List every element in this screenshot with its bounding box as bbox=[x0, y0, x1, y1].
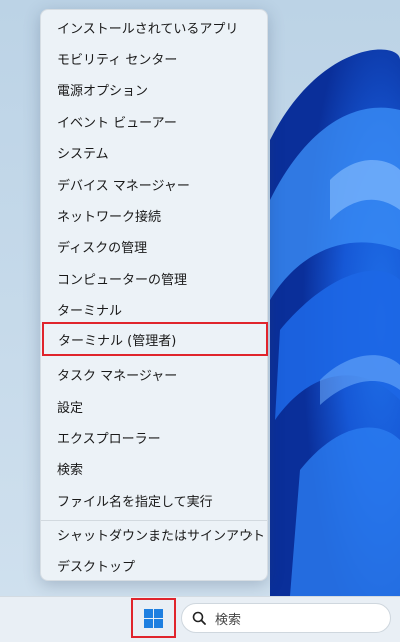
menu-item-terminal[interactable]: ターミナル bbox=[41, 294, 267, 324]
menu-item-label: ターミナル bbox=[57, 303, 123, 319]
start-button[interactable] bbox=[131, 598, 176, 638]
menu-item-label: タスク マネージャー bbox=[57, 368, 178, 384]
menu-item-shutdown-signout[interactable]: シャットダウンまたはサインアウト › bbox=[41, 519, 267, 549]
menu-item-explorer[interactable]: エクスプローラー bbox=[41, 422, 267, 452]
menu-item-label: 電源オプション bbox=[57, 83, 149, 99]
menu-item-run[interactable]: ファイル名を指定して実行 bbox=[41, 485, 267, 515]
windows-logo-icon bbox=[144, 608, 163, 628]
menu-item-label: ファイル名を指定して実行 bbox=[57, 494, 213, 510]
menu-item-power-options[interactable]: 電源オプション bbox=[41, 74, 267, 104]
menu-item-label: シャットダウンまたはサインアウト bbox=[57, 528, 266, 544]
menu-item-label: コンピューターの管理 bbox=[57, 272, 188, 288]
menu-item-label: 検索 bbox=[57, 462, 84, 478]
menu-item-label: ディスクの管理 bbox=[57, 240, 148, 256]
menu-item-label: ターミナル (管理者) bbox=[58, 333, 177, 349]
menu-item-computer-management[interactable]: コンピューターの管理 bbox=[41, 263, 267, 293]
menu-item-device-manager[interactable]: デバイス マネージャー bbox=[41, 169, 267, 199]
menu-item-terminal-admin[interactable]: ターミナル (管理者) bbox=[42, 322, 268, 356]
menu-item-label: デスクトップ bbox=[57, 559, 136, 575]
menu-item-label: システム bbox=[57, 146, 109, 162]
menu-item-label: モビリティ センター bbox=[57, 52, 178, 68]
menu-item-label: ネットワーク接続 bbox=[57, 209, 162, 225]
menu-item-label: デバイス マネージャー bbox=[57, 178, 190, 194]
menu-item-label: インストールされているアプリ bbox=[57, 21, 239, 37]
menu-item-network-connections[interactable]: ネットワーク接続 bbox=[41, 200, 267, 230]
menu-item-task-manager[interactable]: タスク マネージャー bbox=[41, 359, 267, 389]
menu-item-mobility-center[interactable]: モビリティ センター bbox=[41, 43, 267, 73]
menu-item-settings[interactable]: 設定 bbox=[41, 391, 267, 421]
taskbar-search-box[interactable]: 検索 bbox=[181, 603, 391, 633]
menu-item-disk-management[interactable]: ディスクの管理 bbox=[41, 231, 267, 261]
search-icon bbox=[192, 611, 206, 625]
menu-item-label: エクスプローラー bbox=[57, 431, 161, 447]
menu-item-search[interactable]: 検索 bbox=[41, 453, 267, 483]
menu-item-label: 設定 bbox=[57, 400, 84, 416]
menu-item-label: イベント ビューアー bbox=[57, 115, 177, 131]
menu-item-system[interactable]: システム bbox=[41, 137, 267, 167]
menu-item-installed-apps[interactable]: インストールされているアプリ bbox=[41, 12, 267, 42]
menu-item-event-viewer[interactable]: イベント ビューアー bbox=[41, 106, 267, 136]
chevron-right-icon: › bbox=[248, 527, 253, 541]
start-context-menu: インストールされているアプリ モビリティ センター 電源オプション イベント ビ… bbox=[40, 9, 268, 581]
menu-item-desktop[interactable]: デスクトップ bbox=[41, 550, 267, 580]
search-label: 検索 bbox=[215, 612, 242, 628]
